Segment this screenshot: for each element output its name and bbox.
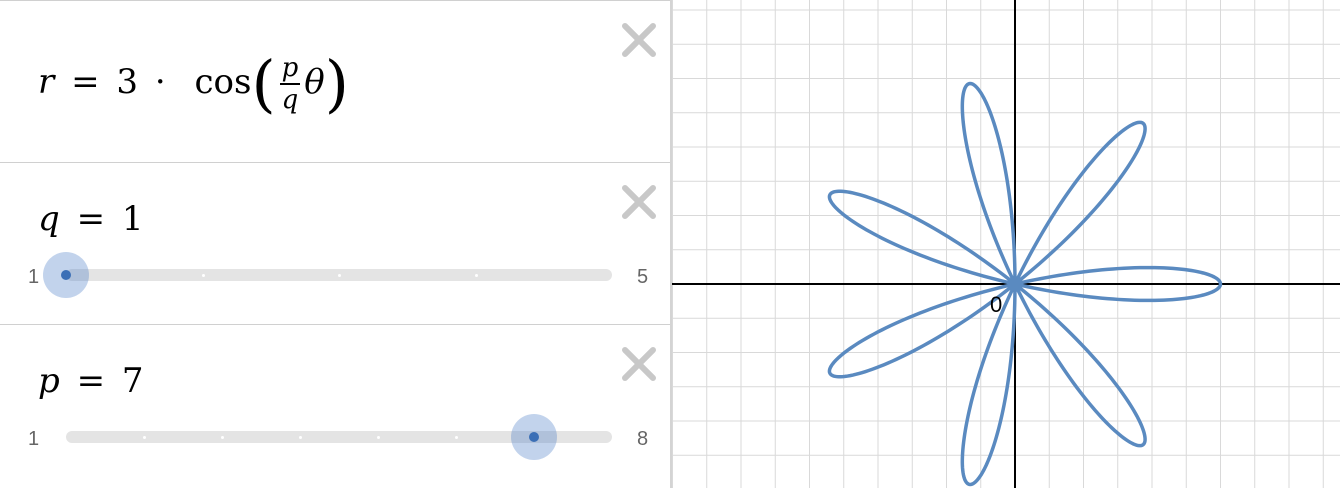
expression-list: r = 3 · cos(p q θ) q = 1 1 5 p = 7 1 8 [0,0,672,488]
slider-q-min-label[interactable]: 1 [28,266,39,289]
slider-q-expression[interactable]: q = 1 [38,199,144,239]
formula-fraction: pq [279,53,301,115]
slider-q-equals: = [76,199,106,239]
slider-tick [143,436,146,439]
left-paren: ( [251,47,276,120]
slider-tick [221,436,224,439]
formula-function: cos [194,62,252,102]
close-x-icon [622,23,656,57]
slider-q-thumb[interactable] [43,252,89,298]
delete-expression-button[interactable] [618,181,660,223]
slider-p-thumb[interactable] [511,414,557,460]
slider-p-thumb-dot [529,432,539,442]
slider-p-expression[interactable]: p = 7 [38,361,144,401]
fraction-denominator: q [281,85,299,115]
slider-p-min-label[interactable]: 1 [28,428,39,451]
formula-coefficient: 3 [116,62,139,102]
slider-tick [201,274,205,277]
fraction-numerator: p [279,53,301,85]
slider-tick [455,436,458,439]
close-x-icon [622,347,656,381]
formula-dot: · [154,62,166,102]
graph-svg[interactable]: 0 [672,0,1340,488]
right-paren: ) [324,47,349,120]
slider-q-max-label[interactable]: 5 [637,266,648,289]
expression-row-slider-p[interactable]: p = 7 1 8 [0,325,670,488]
origin-label: 0 [990,292,1002,317]
expression-row-formula[interactable]: r = 3 · cos(p q θ) [0,0,670,163]
slider-tick [474,274,478,277]
slider-tick [377,436,380,439]
slider-p-value: 7 [121,361,144,401]
slider-p-equals: = [76,361,106,401]
slider-q-name: q [38,199,60,239]
delete-expression-button[interactable] [618,19,660,61]
expression-row-slider-q[interactable]: q = 1 1 5 [0,163,670,325]
grid-lines [672,0,1340,488]
slider-p-max-label[interactable]: 8 [637,428,648,451]
slider-tick [338,274,341,277]
formula-lhs: r [38,62,55,102]
close-x-icon [622,185,656,219]
delete-expression-button[interactable] [618,343,660,385]
graph-canvas[interactable]: 0 [672,0,1340,488]
slider-q-track[interactable] [66,269,612,281]
axes [672,0,1340,488]
formula-theta: θ [304,62,325,102]
slider-q-thumb-dot [61,270,71,280]
formula-expression[interactable]: r = 3 · cos(p q θ) [38,53,349,123]
slider-q-value: 1 [121,199,144,239]
slider-p-name: p [38,361,60,401]
slider-tick [299,436,302,439]
formula-equals: = [71,62,100,102]
